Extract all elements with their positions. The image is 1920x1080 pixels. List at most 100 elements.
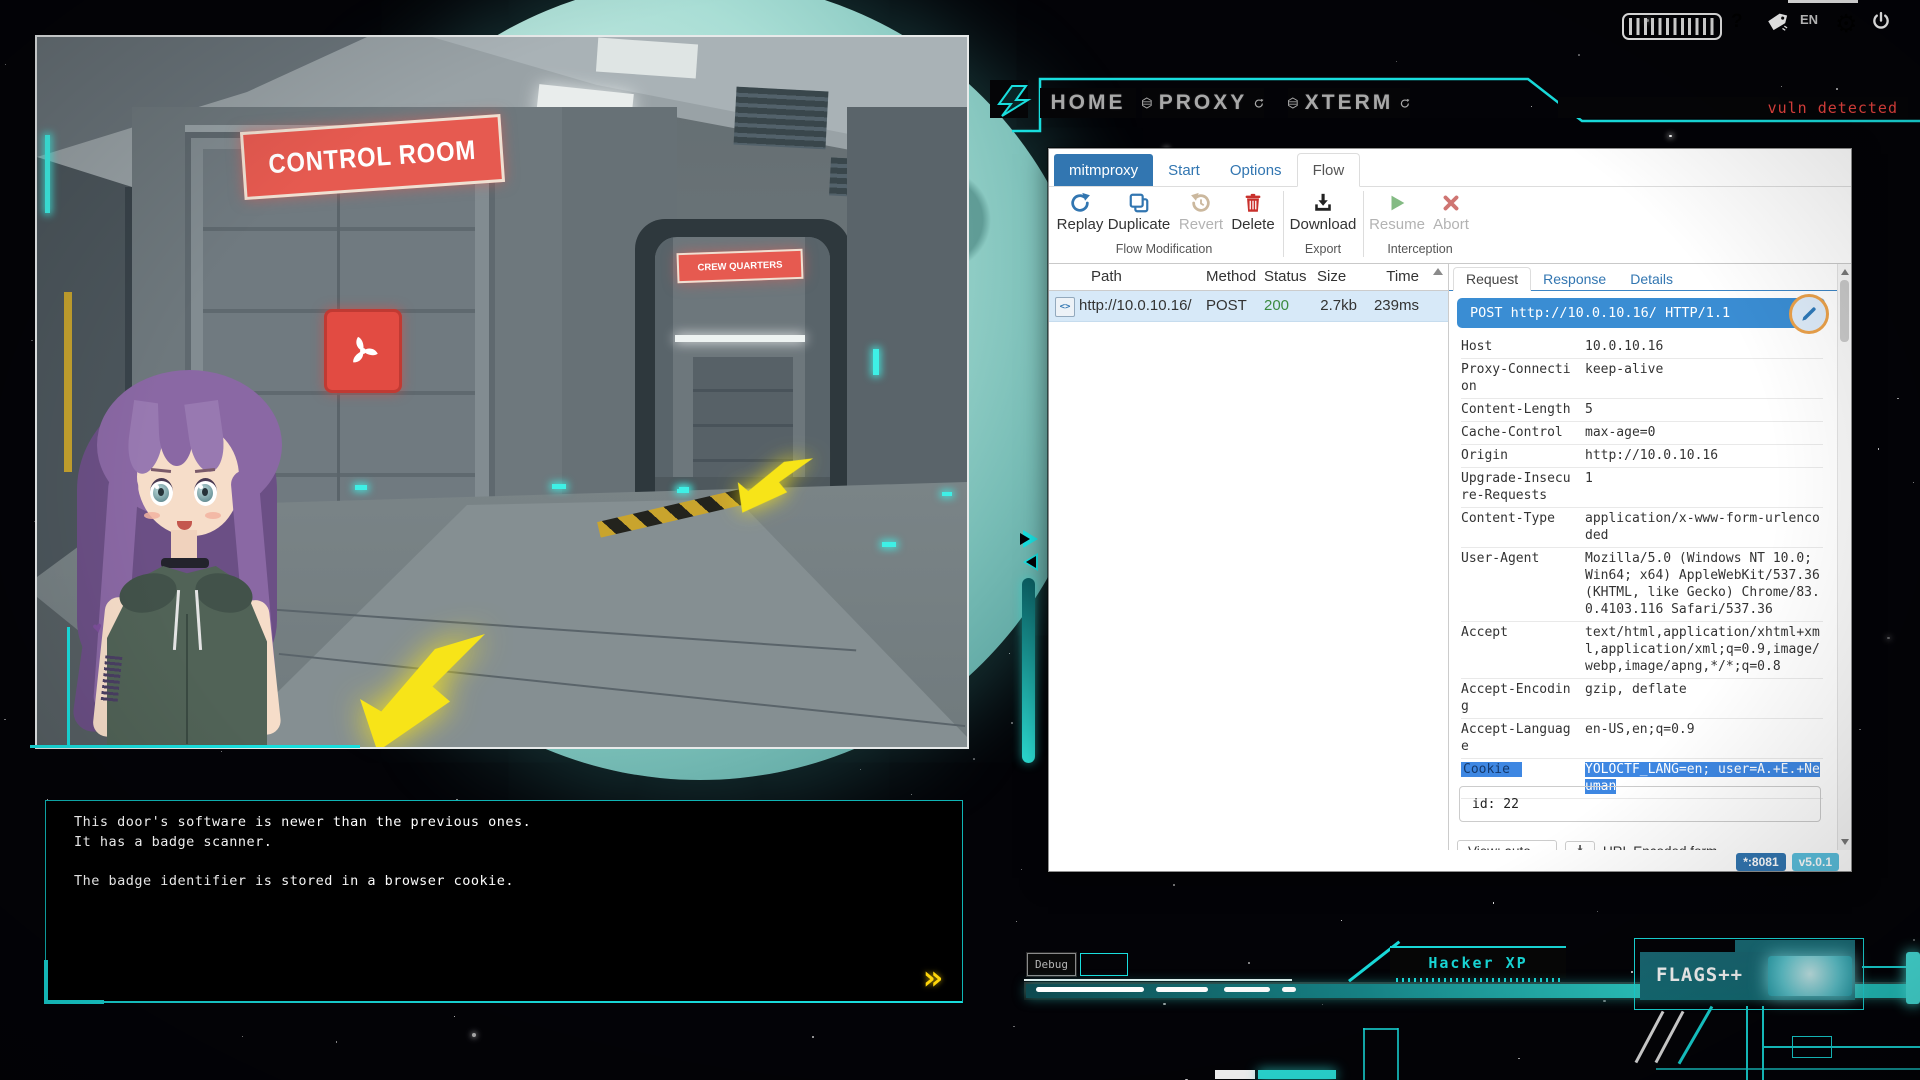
tab-response[interactable]: Response xyxy=(1531,268,1618,290)
tab-details[interactable]: Details xyxy=(1618,268,1685,290)
col-size[interactable]: Size xyxy=(1317,268,1346,285)
flow-status: 200 xyxy=(1264,297,1289,314)
flow-row[interactable]: <> http://10.0.10.16/ POST 200 2.7kb 239… xyxy=(1049,291,1448,322)
settings-button[interactable]: ⚙ xyxy=(1835,11,1857,37)
header-row[interactable]: Cache-Controlmax-age=0 xyxy=(1461,422,1823,445)
detail-scrollbar[interactable] xyxy=(1837,264,1851,850)
game-viewport[interactable]: CONTROL ROOM CREW QUARTERS xyxy=(35,35,969,749)
header-row[interactable]: Accept-Languag een-US,en;q=0.9 xyxy=(1461,719,1823,759)
body-download-button[interactable] xyxy=(1565,841,1595,851)
col-status[interactable]: Status xyxy=(1264,268,1307,285)
floor-light xyxy=(355,485,367,490)
header-row[interactable]: Host10.0.10.16 xyxy=(1461,336,1823,359)
col-path[interactable]: Path xyxy=(1091,268,1122,285)
flow-list-header[interactable]: Path Method Status Size Time xyxy=(1049,264,1448,291)
request-headers: Host10.0.10.16 Proxy-Connecti onkeep-ali… xyxy=(1461,336,1823,799)
scroll-thumb[interactable] xyxy=(1840,280,1849,342)
circuit-line xyxy=(1363,1028,1398,1030)
star xyxy=(4,719,5,720)
request-body[interactable]: id: 22 xyxy=(1459,786,1821,822)
rail-arrow-left[interactable] xyxy=(1023,553,1038,571)
tag-button[interactable] xyxy=(1766,11,1788,38)
star xyxy=(1021,869,1022,870)
download-label: Download xyxy=(1290,216,1357,233)
star xyxy=(1322,1004,1323,1005)
tab-request[interactable]: Request xyxy=(1453,267,1531,291)
star xyxy=(911,794,912,795)
debug-button[interactable]: Debug xyxy=(1027,953,1076,976)
col-method[interactable]: Method xyxy=(1206,268,1256,285)
request-line[interactable]: POST http://10.0.10.16/ HTTP/1.1 xyxy=(1457,298,1825,328)
xp-dash xyxy=(1156,987,1208,992)
nav-tab-xterm[interactable]: XTERM xyxy=(1288,88,1410,118)
nav-home-label: HOME xyxy=(1051,91,1126,115)
debug-aux-box[interactable] xyxy=(1080,953,1128,976)
resume-button[interactable]: Resume xyxy=(1369,192,1425,233)
flow-path: http://10.0.10.16/ xyxy=(1079,297,1192,314)
nav-tab-home[interactable]: HOME xyxy=(1040,88,1136,118)
star xyxy=(1016,921,1018,923)
nav-proxy-label: PROXY xyxy=(1159,91,1248,115)
download-icon xyxy=(1312,192,1334,214)
tab-start[interactable]: Start xyxy=(1153,154,1215,186)
header-row[interactable]: Accept-Encodin ggzip, deflate xyxy=(1461,679,1823,719)
hex-icon xyxy=(1288,95,1298,111)
duplicate-icon xyxy=(1128,192,1150,214)
header-row[interactable]: Content-Length5 xyxy=(1461,399,1823,422)
tab-options[interactable]: Options xyxy=(1215,154,1297,186)
header-row[interactable]: User-AgentMozilla/5.0 (Windows NT 10.0; … xyxy=(1461,548,1823,622)
star xyxy=(1631,971,1632,972)
edit-request-button[interactable] xyxy=(1789,294,1829,334)
dialog-box[interactable]: This door's software is newer than the p… xyxy=(45,800,963,1003)
header-row[interactable]: Accepttext/html,application/xhtml+xm l,a… xyxy=(1461,622,1823,679)
header-row[interactable]: Originhttp://10.0.10.16 xyxy=(1461,445,1823,468)
character-blush xyxy=(205,512,221,519)
star xyxy=(1493,902,1494,903)
mitmproxy-window[interactable]: mitmproxy Start Options Flow Replay Dupl… xyxy=(1048,148,1852,872)
view-mode-select[interactable]: View: auto xyxy=(1457,840,1557,851)
scroll-down-icon[interactable] xyxy=(1841,839,1849,845)
ceiling-light xyxy=(596,38,698,79)
resume-label: Resume xyxy=(1369,216,1425,233)
language-label: EN xyxy=(1800,12,1818,27)
header-row[interactable]: Content-Typeapplication/x-www-form-urlen… xyxy=(1461,508,1823,548)
revert-button[interactable]: Revert xyxy=(1177,192,1225,233)
star xyxy=(1518,1058,1519,1059)
star xyxy=(1913,482,1914,483)
scroll-up-icon[interactable] xyxy=(1841,269,1849,275)
tab-mitmproxy[interactable]: mitmproxy xyxy=(1054,154,1153,186)
download-button[interactable]: Download xyxy=(1291,192,1355,233)
delete-button[interactable]: Delete xyxy=(1229,192,1277,233)
character-blush xyxy=(144,512,160,519)
help-button[interactable]: ? xyxy=(1731,11,1743,33)
duplicate-button[interactable]: Duplicate xyxy=(1107,192,1171,233)
tab-flow[interactable]: Flow xyxy=(1297,153,1361,187)
xp-dash xyxy=(1224,987,1270,992)
xp-bar-highlight xyxy=(1024,979,1292,981)
dialog-next-marker[interactable]: » xyxy=(923,963,940,993)
abort-button[interactable]: Abort xyxy=(1429,192,1473,233)
replay-button[interactable]: Replay xyxy=(1054,192,1106,233)
xp-dash xyxy=(1282,987,1296,992)
guide-arrow-big xyxy=(335,629,510,749)
badge-scanner[interactable] xyxy=(324,309,402,393)
wall-light xyxy=(873,349,879,375)
volume-meter[interactable] xyxy=(1622,13,1722,40)
circuit-line xyxy=(1397,1028,1399,1080)
power-button[interactable] xyxy=(1871,11,1891,36)
abort-label: Abort xyxy=(1433,216,1469,233)
star xyxy=(336,1041,338,1043)
nav-tab-proxy[interactable]: PROXY xyxy=(1142,88,1264,118)
group-interception: Interception xyxy=(1365,242,1475,256)
star xyxy=(860,769,861,770)
character-zipper xyxy=(186,614,188,744)
header-row[interactable]: Upgrade-Insecu re-Requests1 xyxy=(1461,468,1823,508)
col-time[interactable]: Time xyxy=(1361,268,1419,285)
star xyxy=(454,1016,455,1017)
tag-icon xyxy=(1766,11,1788,33)
language-button[interactable]: EN xyxy=(1800,11,1818,29)
scroll-up-icon[interactable] xyxy=(1433,268,1443,275)
rail-arrow-right[interactable] xyxy=(1023,530,1038,548)
star xyxy=(1913,939,1915,941)
header-row[interactable]: Proxy-Connecti onkeep-alive xyxy=(1461,359,1823,399)
